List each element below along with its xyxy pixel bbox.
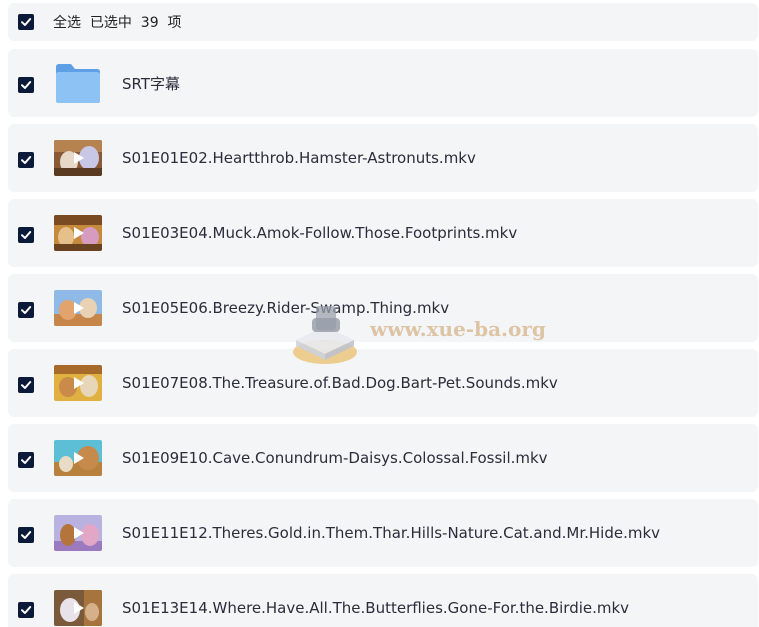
check-icon: [21, 606, 32, 614]
list-item[interactable]: S01E03E04.Muck.Amok-Follow.Those.Footpri…: [8, 199, 758, 267]
select-all-label: 全选 已选中 39 项: [53, 15, 182, 31]
list-item[interactable]: S01E13E14.Where.Have.All.The.Butterflies…: [8, 574, 758, 627]
video-thumbnail-icon: [54, 215, 102, 251]
check-icon: [21, 531, 32, 539]
video-thumbnail-icon: [54, 515, 102, 551]
check-icon: [21, 381, 32, 389]
list-item[interactable]: S01E07E08.The.Treasure.of.Bad.Dog.Bart-P…: [8, 349, 758, 417]
select-all-checkbox[interactable]: [18, 14, 34, 30]
list-item[interactable]: S01E11E12.Theres.Gold.in.Them.Thar.Hills…: [8, 499, 758, 567]
list-item[interactable]: S01E05E06.Breezy.Rider-Swamp.Thing.mkv: [8, 274, 758, 342]
video-thumbnail-icon: [54, 140, 102, 176]
list-item[interactable]: S01E09E10.Cave.Conundrum-Daisys.Colossal…: [8, 424, 758, 492]
select-all-bar[interactable]: 全选 已选中 39 项: [8, 3, 758, 41]
item-name: S01E13E14.Where.Have.All.The.Butterflies…: [122, 599, 630, 617]
check-icon: [21, 81, 32, 89]
video-thumbnail-icon: [54, 290, 102, 326]
check-icon: [21, 156, 32, 164]
item-name: S01E03E04.Muck.Amok-Follow.Those.Footpri…: [122, 224, 518, 242]
item-name: S01E11E12.Theres.Gold.in.Them.Thar.Hills…: [122, 524, 661, 542]
item-checkbox[interactable]: [18, 302, 34, 318]
file-list: SRT字幕 S01E01E02.Heartthrob.Hamster-Astro…: [8, 49, 758, 627]
check-icon: [21, 18, 32, 26]
file-list-page: 全选 已选中 39 项 SRT字幕 S01E01E02.Heartthrob.H…: [0, 0, 759, 627]
check-icon: [21, 306, 32, 314]
item-checkbox[interactable]: [18, 377, 34, 393]
item-checkbox[interactable]: [18, 152, 34, 168]
item-checkbox[interactable]: [18, 602, 34, 618]
item-checkbox[interactable]: [18, 77, 34, 93]
video-thumbnail-icon: [54, 365, 102, 401]
item-checkbox[interactable]: [18, 527, 34, 543]
check-icon: [21, 456, 32, 464]
item-name: S01E01E02.Heartthrob.Hamster-Astronuts.m…: [122, 149, 476, 167]
folder-icon: [54, 61, 102, 105]
item-checkbox[interactable]: [18, 227, 34, 243]
video-thumbnail-icon: [54, 440, 102, 476]
list-item[interactable]: S01E01E02.Heartthrob.Hamster-Astronuts.m…: [8, 124, 758, 192]
check-icon: [21, 231, 32, 239]
list-item[interactable]: SRT字幕: [8, 49, 758, 117]
item-name: S01E09E10.Cave.Conundrum-Daisys.Colossal…: [122, 449, 548, 467]
item-name: SRT字幕: [122, 74, 181, 93]
video-thumbnail-icon: [54, 590, 102, 626]
item-name: S01E07E08.The.Treasure.of.Bad.Dog.Bart-P…: [122, 374, 558, 392]
item-name: S01E05E06.Breezy.Rider-Swamp.Thing.mkv: [122, 299, 450, 317]
item-checkbox[interactable]: [18, 452, 34, 468]
